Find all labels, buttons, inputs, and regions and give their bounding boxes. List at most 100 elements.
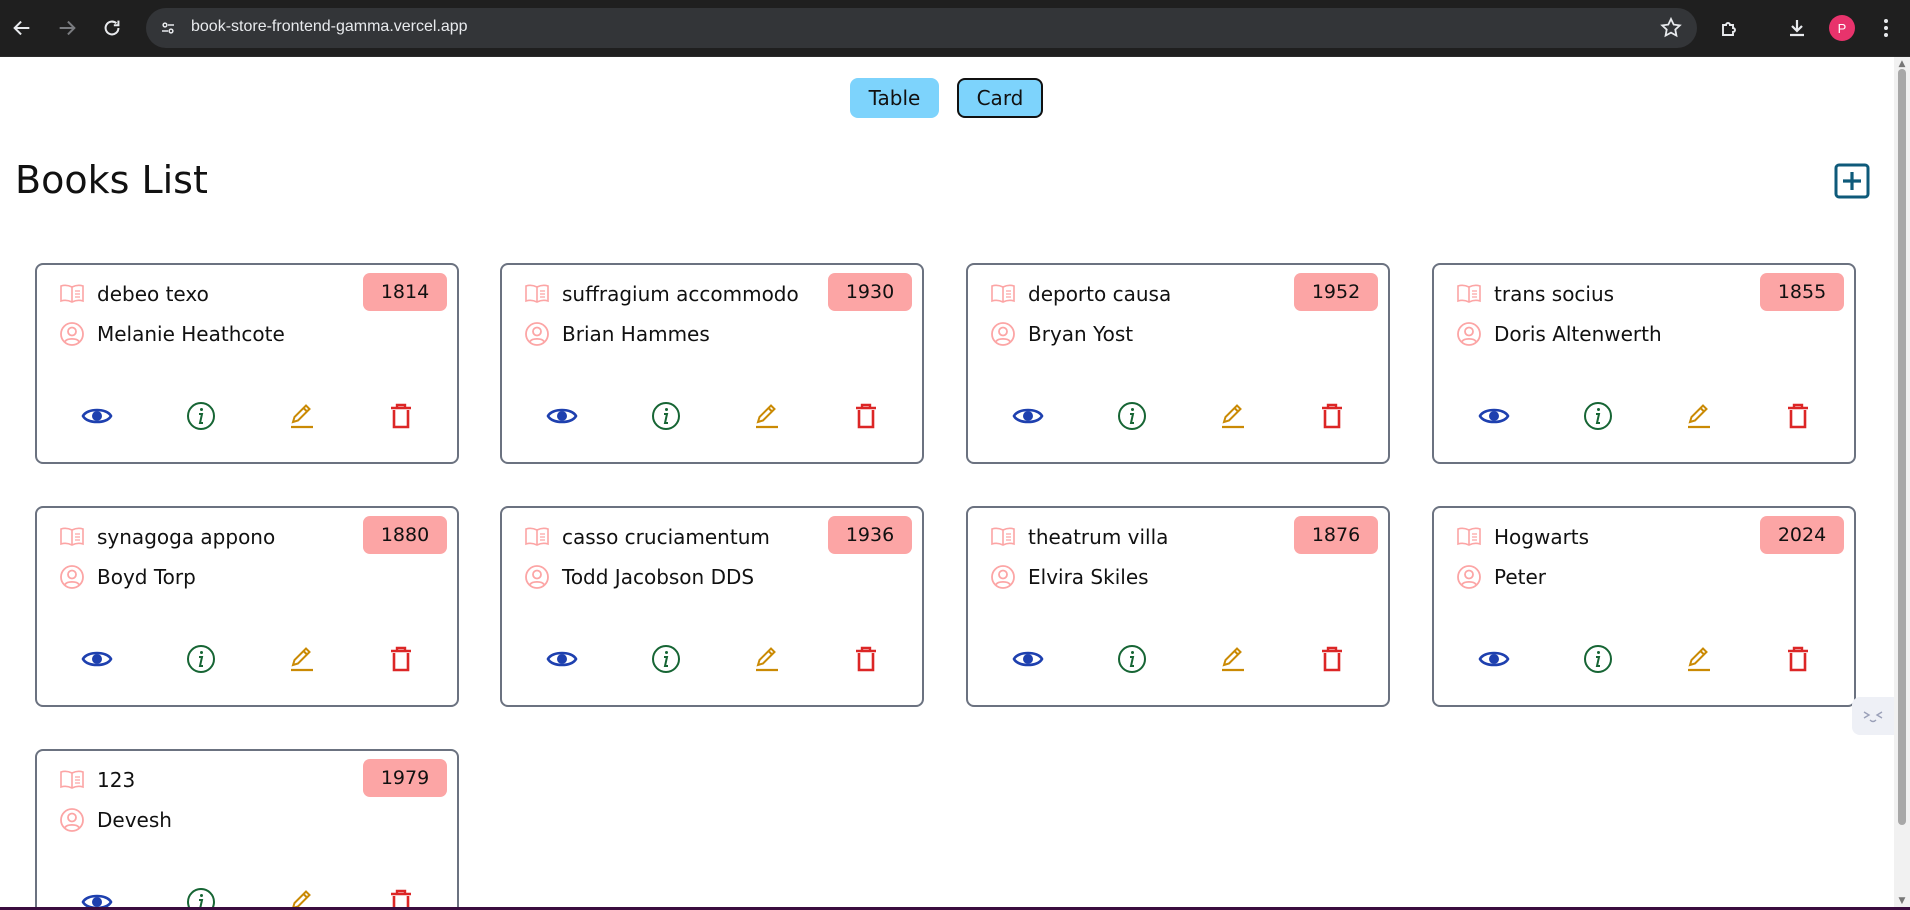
- book-open-icon: [989, 523, 1017, 551]
- user-circle-icon: [58, 320, 86, 348]
- book-title: deporto causa: [1028, 282, 1172, 306]
- book-author: Peter: [1494, 565, 1547, 589]
- menu-icon[interactable]: [1876, 15, 1896, 41]
- trash-icon[interactable]: [1314, 398, 1350, 434]
- eye-icon[interactable]: [1010, 398, 1046, 434]
- eye-icon[interactable]: [544, 398, 580, 434]
- title-row: synagoga appono: [58, 522, 275, 552]
- book-title: debeo texo: [97, 282, 209, 306]
- scroll-up-arrow[interactable]: ▲: [1897, 59, 1907, 69]
- plus-square-icon[interactable]: [1834, 163, 1870, 199]
- eye-icon[interactable]: [79, 398, 115, 434]
- pencil-icon[interactable]: [1681, 641, 1717, 677]
- pencil-icon[interactable]: [284, 641, 320, 677]
- book-open-icon: [1455, 523, 1483, 551]
- page-title: Books List: [15, 158, 208, 202]
- trash-icon[interactable]: [1780, 641, 1816, 677]
- trash-icon[interactable]: [1314, 641, 1350, 677]
- eye-icon[interactable]: [1476, 398, 1512, 434]
- info-circle-icon[interactable]: [648, 641, 684, 677]
- bookmark-star-icon[interactable]: [1659, 16, 1683, 40]
- widget-icon: [1863, 711, 1883, 723]
- pencil-icon[interactable]: [749, 641, 785, 677]
- author-row: Doris Altenwerth: [1455, 319, 1662, 349]
- book-open-icon: [523, 523, 551, 551]
- extensions-button[interactable]: [1716, 14, 1744, 42]
- info-circle-icon[interactable]: [648, 398, 684, 434]
- trash-icon[interactable]: [848, 641, 884, 677]
- user-circle-icon: [58, 563, 86, 591]
- scroll-thumb[interactable]: [1898, 69, 1906, 825]
- book-card: 1936 casso cruciamentum Todd Jacobson DDS: [500, 506, 924, 707]
- pencil-icon[interactable]: [1215, 641, 1251, 677]
- eye-icon[interactable]: [544, 641, 580, 677]
- year-badge: 1814: [363, 273, 447, 311]
- trash-icon[interactable]: [848, 398, 884, 434]
- downloads-icon: [1790, 20, 1804, 37]
- info-circle-icon[interactable]: [183, 641, 219, 677]
- table-view-button[interactable]: Table: [850, 78, 939, 118]
- eye-icon[interactable]: [1476, 641, 1512, 677]
- info-circle-icon[interactable]: [1114, 641, 1150, 677]
- book-card: 1876 theatrum villa Elvira Skiles: [966, 506, 1390, 707]
- trash-icon[interactable]: [383, 641, 419, 677]
- title-row: suffragium accommodo: [523, 279, 799, 309]
- author-row: Bryan Yost: [989, 319, 1133, 349]
- card-actions: [37, 641, 457, 677]
- book-open-icon: [1455, 280, 1483, 308]
- pencil-icon[interactable]: [284, 398, 320, 434]
- site-info-icon[interactable]: [154, 14, 182, 42]
- pencil-icon[interactable]: [1681, 398, 1717, 434]
- back-button[interactable]: [4, 10, 40, 46]
- reload-button[interactable]: [94, 10, 130, 46]
- trash-icon[interactable]: [1780, 398, 1816, 434]
- eye-icon[interactable]: [1010, 641, 1046, 677]
- page-content: Table Card Books List 1814 debeo texo Mela…: [0, 57, 1894, 910]
- author-row: Todd Jacobson DDS: [523, 562, 754, 592]
- author-row: Melanie Heathcote: [58, 319, 285, 349]
- info-circle-icon[interactable]: [1114, 398, 1150, 434]
- pencil-icon[interactable]: [749, 398, 785, 434]
- book-author: Doris Altenwerth: [1494, 322, 1662, 346]
- year-badge: 1952: [1294, 273, 1378, 311]
- trash-icon[interactable]: [383, 398, 419, 434]
- scroll-down-arrow[interactable]: ▼: [1897, 896, 1907, 906]
- book-card: 2024 Hogwarts Peter: [1432, 506, 1856, 707]
- title-row: theatrum villa: [989, 522, 1168, 552]
- user-circle-icon: [523, 563, 551, 591]
- info-circle-icon[interactable]: [183, 398, 219, 434]
- book-author: Devesh: [97, 808, 172, 832]
- forward-button[interactable]: [49, 10, 85, 46]
- profile-avatar[interactable]: P: [1829, 15, 1855, 41]
- card-view-button[interactable]: Card: [957, 78, 1043, 118]
- pencil-icon[interactable]: [1215, 398, 1251, 434]
- year-badge: 1880: [363, 516, 447, 554]
- book-title: casso cruciamentum: [562, 525, 770, 549]
- address-bar[interactable]: book-store-frontend-gamma.vercel.app: [146, 8, 1697, 48]
- card-actions: [968, 398, 1388, 434]
- book-card: 1952 deporto causa Bryan Yost: [966, 263, 1390, 464]
- book-title: synagoga appono: [97, 525, 276, 549]
- info-circle-icon[interactable]: [1580, 398, 1616, 434]
- book-open-icon: [58, 766, 86, 794]
- user-circle-icon: [1455, 563, 1483, 591]
- book-open-icon: [58, 523, 86, 551]
- eye-icon[interactable]: [79, 641, 115, 677]
- book-author: Brian Hammes: [562, 322, 710, 346]
- book-card: 1930 suffragium accommodo Brian Hammes: [500, 263, 924, 464]
- card-actions: [502, 398, 922, 434]
- scrollbar[interactable]: ▲ ▼: [1894, 57, 1910, 910]
- downloads-button[interactable]: [1783, 14, 1811, 42]
- info-circle-icon[interactable]: [1580, 641, 1616, 677]
- book-author: Elvira Skiles: [1028, 565, 1149, 589]
- book-open-icon: [58, 280, 86, 308]
- title-row: trans socius: [1455, 279, 1614, 309]
- year-badge: 1876: [1294, 516, 1378, 554]
- year-badge: 1979: [363, 759, 447, 797]
- book-author: Boyd Torp: [97, 565, 196, 589]
- user-circle-icon: [989, 320, 1017, 348]
- title-row: 123: [58, 765, 135, 795]
- title-row: Hogwarts: [1455, 522, 1589, 552]
- author-row: Boyd Torp: [58, 562, 196, 592]
- floating-widget[interactable]: [1852, 697, 1894, 735]
